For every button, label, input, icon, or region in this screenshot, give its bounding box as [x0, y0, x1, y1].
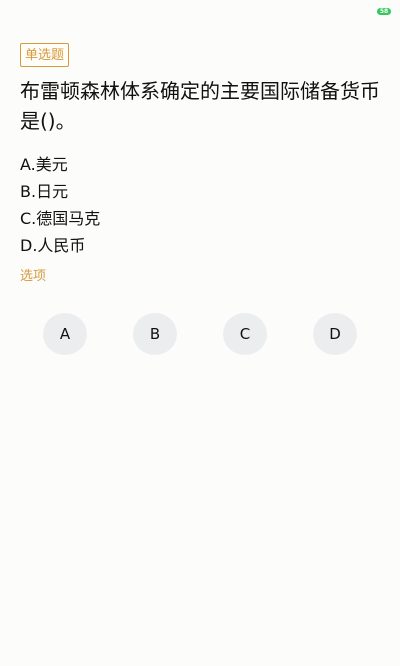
answer-button-c[interactable]: C — [223, 313, 267, 355]
battery-icon: 58 — [377, 8, 391, 15]
status-bar: 58 — [0, 0, 400, 24]
question-type-badge: 单选题 — [20, 43, 70, 67]
option-b: B.日元 — [20, 182, 69, 201]
option-c: C.德国马克 — [20, 209, 101, 228]
question-text: 布雷顿森林体系确定的主要国际储备货币是()。 — [20, 79, 380, 133]
option-a: A.美元 — [20, 155, 68, 174]
option-d: D.人民币 — [20, 236, 86, 255]
choices-section-label: 选项 — [20, 269, 47, 284]
answer-choice-row: A B C D — [0, 313, 400, 356]
battery-level: 58 — [379, 8, 389, 15]
answer-button-d[interactable]: D — [313, 313, 357, 355]
answer-button-a[interactable]: A — [43, 313, 87, 355]
answer-button-b[interactable]: B — [133, 313, 177, 355]
option-list: A.美元 B.日元 C.德国马克 D.人民币 — [20, 151, 380, 259]
